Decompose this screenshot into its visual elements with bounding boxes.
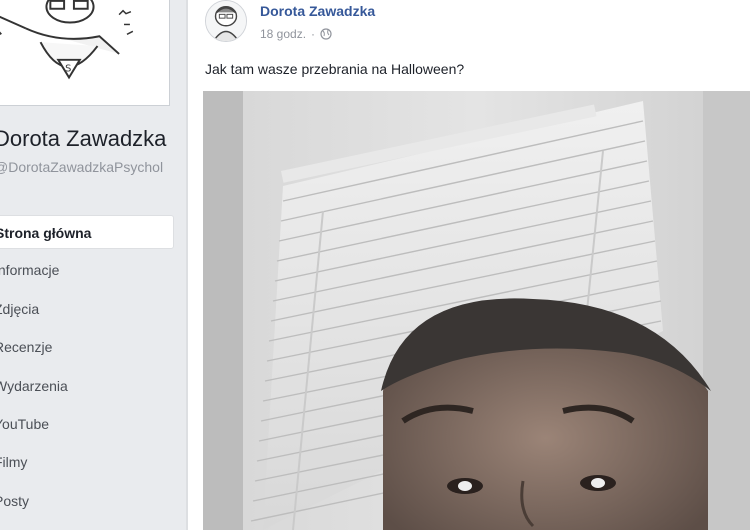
nav-item-posts[interactable]: Posty xyxy=(0,484,174,518)
nav-item-home[interactable]: Strona główna xyxy=(0,215,174,249)
page-handle[interactable]: @DorotaZawadzkaPsychol xyxy=(0,159,163,175)
nav-item-videos[interactable]: Filmy xyxy=(0,445,174,479)
page-name[interactable]: Dorota Zawadzka xyxy=(0,126,166,152)
globe-icon[interactable] xyxy=(320,28,332,40)
profile-picture[interactable]: S xyxy=(0,0,170,106)
post-photo[interactable] xyxy=(203,91,750,530)
nav-item-youtube[interactable]: YouTube xyxy=(0,407,174,441)
svg-text:S: S xyxy=(65,64,71,75)
nav-item-events[interactable]: Wydarzenia xyxy=(0,369,174,403)
page-nav: Strona główna Informacje Zdjęcia Recenzj… xyxy=(0,215,174,522)
post-timestamp[interactable]: 18 godz. xyxy=(260,27,306,41)
meta-separator: · xyxy=(311,27,316,41)
post-author-name[interactable]: Dorota Zawadzka xyxy=(260,3,375,19)
nav-item-reviews[interactable]: Recenzje xyxy=(0,330,174,364)
post-card: Dorota Zawadzka 18 godz. · Jak tam wasze… xyxy=(187,0,750,530)
nav-item-photos[interactable]: Zdjęcia xyxy=(0,292,174,326)
author-avatar[interactable] xyxy=(205,0,247,42)
post-text: Jak tam wasze przebrania na Halloween? xyxy=(205,61,465,77)
post-meta: 18 godz. · xyxy=(260,27,332,41)
nav-item-info[interactable]: Informacje xyxy=(0,253,174,287)
left-column: S Dorota Zawadzka @DorotaZawadzkaPsychol… xyxy=(0,0,186,530)
